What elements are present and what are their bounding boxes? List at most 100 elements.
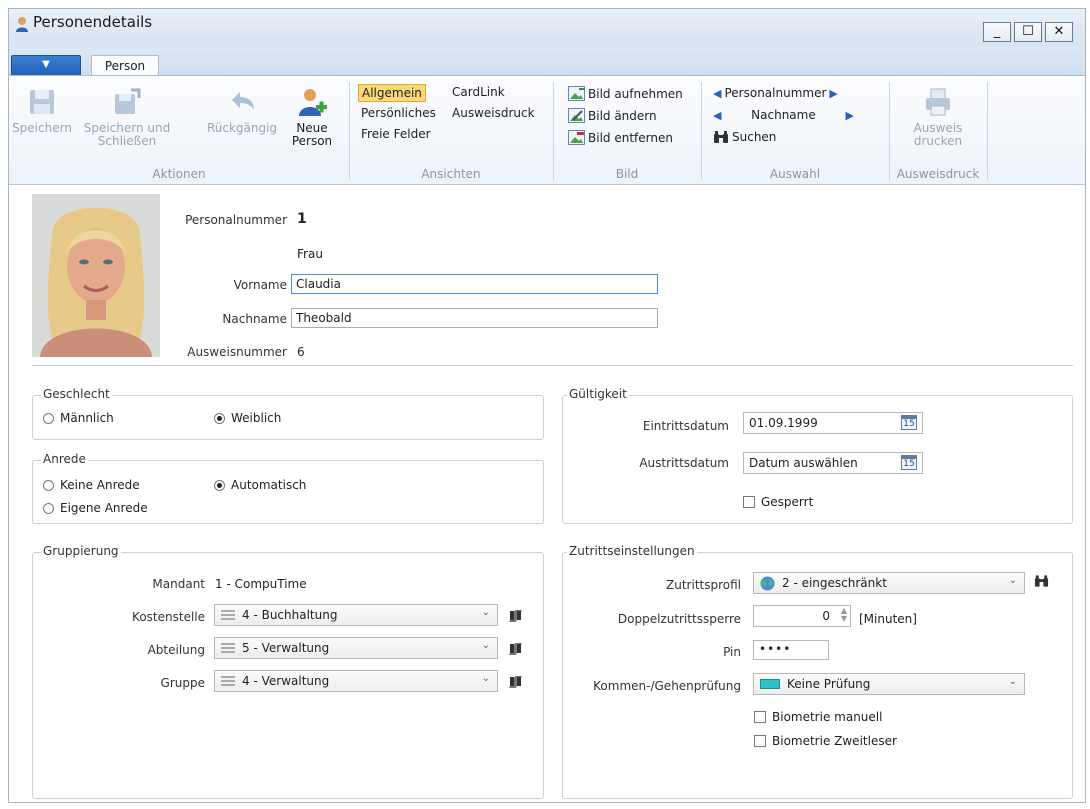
kommen-gehen-value: Keine Prüfung [787,677,871,691]
print-id-button[interactable]: Ausweis drucken [889,86,987,148]
close-button[interactable]: ✕ [1045,22,1073,42]
view-cardlink[interactable]: CardLink [449,84,508,100]
save-icon [30,90,54,114]
nachname-nav: ◀ Nachname ▶ [713,108,854,122]
group-label-aktionen: Aktionen [152,167,206,181]
austrittsdatum-label: Austrittsdatum [639,456,729,470]
gesperrt-checkbox[interactable]: Gesperrt [743,495,813,509]
anrede-display: Frau [297,247,323,261]
maximize-button[interactable]: ☐ [1014,22,1042,42]
take-picture-button[interactable]: Bild aufnehmen [568,86,683,101]
new-person-button[interactable]: Neue Person [287,86,337,148]
list-icon [221,609,235,621]
view-allgemein[interactable]: Allgemein [358,84,426,102]
list-icon [221,642,235,654]
save-label: Speichern [12,121,72,135]
biometrie-manuell-label: Biometrie manuell [772,710,883,724]
title-bar: Personendetails _ ☐ ✕ [9,9,1085,47]
tab-person[interactable]: Person [91,55,159,76]
group-label-bild: Bild [615,167,639,181]
radio-weiblich[interactable]: Weiblich [214,411,281,425]
doppelzutrittssperre-stepper[interactable]: 0 ▲ ▼ [753,605,851,627]
chevron-down-icon: ⌄ [481,673,490,684]
radio-circle [43,479,54,491]
search-abteilung-icon[interactable] [507,641,524,656]
nachname-input[interactable] [291,308,658,328]
kommen-gehen-dropdown[interactable]: Keine Prüfung ⌄ [753,673,1025,695]
checkbox-box [743,496,755,508]
view-freie-felder[interactable]: Freie Felder [358,126,434,142]
radio-keine-anrede[interactable]: Keine Anrede [43,478,140,492]
view-ausweisdruck[interactable]: Ausweisdruck [449,105,538,121]
status-color-swatch [760,679,780,689]
previous-arrow-icon[interactable]: ◀ [713,87,721,100]
save-close-label-1: Speichern und [83,121,171,135]
list-icon [221,675,235,687]
biometrie-zweitleser-checkbox[interactable]: Biometrie Zweitleser [754,734,897,748]
undo-button[interactable]: Rückgängig [201,86,283,135]
globe-icon [760,576,775,590]
vorname-input[interactable] [291,274,658,294]
radio-maennlich-label: Männlich [60,411,114,425]
checkbox-box [754,711,766,723]
gruppe-value: 4 - Verwaltung [242,674,330,688]
kommen-gehen-label: Kommen-/Gehenprüfung [593,679,741,693]
spinner-arrows-icon[interactable]: ▲ ▼ [841,607,847,623]
change-picture-button[interactable]: Bild ändern [568,108,657,123]
take-picture-label: Bild aufnehmen [588,86,683,101]
save-and-close-button[interactable]: Speichern und Schließen [75,86,179,148]
zutrittsprofil-label: Zutrittsprofil [666,578,741,592]
mandant-label: Mandant [152,577,205,591]
eintrittsdatum-label: Eintrittsdatum [642,419,729,433]
person-details-window: Personendetails _ ☐ ✕ ▼ Person Speichern… [8,8,1086,803]
gruppe-dropdown[interactable]: 4 - Verwaltung ⌄ [214,670,498,692]
radio-eigene-anrede[interactable]: Eigene Anrede [43,501,148,515]
personalnummer-label: Personalnummer [185,213,287,227]
eintrittsdatum-value: 01.09.1999 [749,416,818,430]
pin-input[interactable]: •••• [753,640,829,660]
save-close-icon [115,88,141,114]
new-person-label-1: Neue [296,121,328,135]
minimize-button[interactable]: _ [983,22,1011,42]
pin-value: •••• [759,642,792,656]
binoculars-icon[interactable] [1034,575,1049,588]
printer-icon [926,88,950,116]
calendar-icon[interactable]: 15 [901,455,917,470]
remove-picture-label: Bild entfernen [588,130,673,145]
application-menu-button[interactable]: ▼ [11,55,81,77]
kostenstelle-dropdown[interactable]: 4 - Buchhaltung ⌄ [214,604,498,626]
search-button[interactable]: Suchen [713,130,776,144]
remove-picture-button[interactable]: Bild entfernen [568,130,673,145]
chevron-down-icon: ⌄ [1008,575,1017,586]
doppelzutrittssperre-label: Doppelzutrittssperre [617,612,741,626]
undo-icon [232,92,254,110]
ribbon-separator [987,82,988,180]
view-persoenliches[interactable]: Persönliches [358,105,439,121]
picture-edit-icon [568,108,585,123]
radio-circle-selected [214,412,225,424]
vorname-label: Vorname [233,278,287,292]
chevron-down-icon: ⌄ [481,607,490,618]
previous-arrow-icon[interactable]: ◀ [713,109,721,122]
save-button[interactable]: Speichern [9,86,75,135]
search-kostenstelle-icon[interactable] [507,608,524,623]
calendar-icon[interactable]: 15 [901,415,917,430]
eintrittsdatum-picker[interactable]: 01.09.1999 15 [743,412,923,434]
abteilung-dropdown[interactable]: 5 - Verwaltung ⌄ [214,637,498,659]
change-picture-label: Bild ändern [588,108,657,123]
search-gruppe-icon[interactable] [507,674,524,689]
next-arrow-icon[interactable]: ▶ [829,87,837,100]
next-arrow-icon[interactable]: ▶ [845,109,853,122]
ausweisnummer-value: 6 [297,345,305,359]
zutritt-title: Zutrittseinstellungen [567,544,697,558]
radio-automatisch[interactable]: Automatisch [214,478,306,492]
zutrittsprofil-dropdown[interactable]: 2 - eingeschränkt ⌄ [753,572,1025,594]
radio-maennlich[interactable]: Männlich [43,411,114,425]
gruppierung-title: Gruppierung [41,544,121,558]
biometrie-manuell-checkbox[interactable]: Biometrie manuell [754,710,882,724]
radio-automatisch-label: Automatisch [231,478,307,492]
search-label: Suchen [732,130,777,144]
radio-eigene-anrede-label: Eigene Anrede [60,501,148,515]
chevron-down-icon: ⌄ [1008,676,1017,687]
austrittsdatum-picker[interactable]: Datum auswählen 15 [743,452,923,474]
